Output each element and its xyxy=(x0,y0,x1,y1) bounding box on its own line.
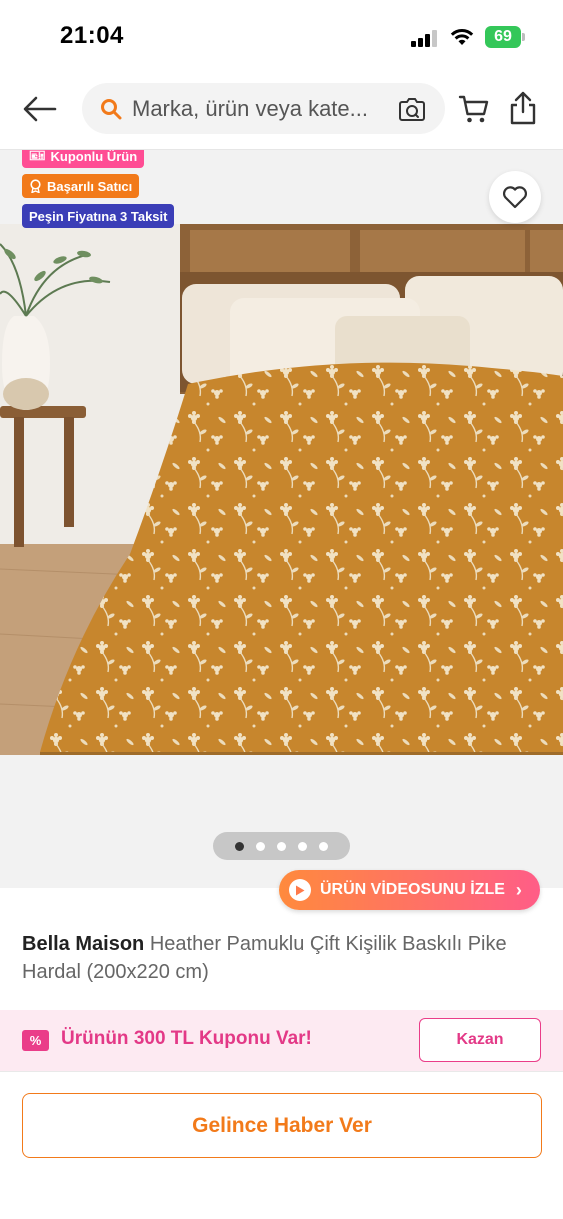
favorite-button[interactable] xyxy=(489,171,541,223)
notify-when-available-button[interactable]: Gelince Haber Ver xyxy=(22,1093,542,1158)
claim-coupon-button[interactable]: Kazan xyxy=(419,1018,541,1062)
ticket-icon: 🎫︎ xyxy=(29,150,46,163)
product-gallery[interactable]: 🎫︎ Kuponlu Ürün Başarılı Satıcı Peşin Fi… xyxy=(0,150,563,888)
gallery-pagination[interactable] xyxy=(213,832,350,860)
product-image[interactable] xyxy=(0,224,563,755)
watch-video-label: ÜRÜN VİDEOSUNU İZLE xyxy=(320,881,505,898)
seller-badge-label: Başarılı Satıcı xyxy=(47,178,133,194)
status-bar: 21:04 69 xyxy=(0,0,563,75)
heart-icon xyxy=(502,186,528,209)
camera-search-icon[interactable] xyxy=(398,96,426,122)
chevron-right-icon: › xyxy=(515,879,522,900)
gallery-dot[interactable] xyxy=(277,841,286,851)
battery-level: 69 xyxy=(485,26,521,48)
installment-badge-label: Peşin Fiyatına 3 Taksit xyxy=(29,208,168,224)
play-icon xyxy=(289,879,311,901)
search-input[interactable]: Marka, ürün veya kate... xyxy=(82,83,445,134)
gallery-dot[interactable] xyxy=(319,841,328,851)
coupon-icon: % xyxy=(22,1030,49,1051)
coupon-badge: 🎫︎ Kuponlu Ürün xyxy=(22,150,145,168)
installment-badge: Peşin Fiyatına 3 Taksit xyxy=(22,204,175,228)
coupon-text: Ürünün 300 TL Kuponu Var! xyxy=(61,1028,312,1049)
watch-video-button[interactable]: ÜRÜN VİDEOSUNU İZLE › xyxy=(279,870,540,910)
arrow-left-icon xyxy=(23,96,57,122)
back-button[interactable] xyxy=(20,91,60,127)
coupon-badge-label: Kuponlu Ürün xyxy=(50,150,138,164)
share-icon[interactable] xyxy=(508,91,538,125)
gallery-dot[interactable] xyxy=(298,841,307,851)
gallery-dot[interactable] xyxy=(256,841,265,851)
search-placeholder: Marka, ürün veya kate... xyxy=(132,96,368,121)
search-icon xyxy=(101,99,122,120)
battery-cap xyxy=(522,33,525,41)
coupon-banner: % Ürünün 300 TL Kuponu Var! Kazan xyxy=(0,1010,563,1072)
wifi-icon xyxy=(450,28,474,45)
cart-icon[interactable] xyxy=(458,93,490,125)
successful-seller-badge: Başarılı Satıcı xyxy=(22,174,140,198)
product-brand[interactable]: Bella Maison xyxy=(22,933,144,955)
top-header: Marka, ürün veya kate... xyxy=(0,75,563,150)
product-title: Bella Maison Heather Pamuklu Çift Kişili… xyxy=(22,930,542,986)
gallery-dot[interactable] xyxy=(235,841,244,851)
battery-indicator: 69 xyxy=(485,26,525,48)
status-time: 21:04 xyxy=(60,22,124,49)
award-icon xyxy=(30,179,41,193)
cellular-signal-icon xyxy=(411,30,437,47)
